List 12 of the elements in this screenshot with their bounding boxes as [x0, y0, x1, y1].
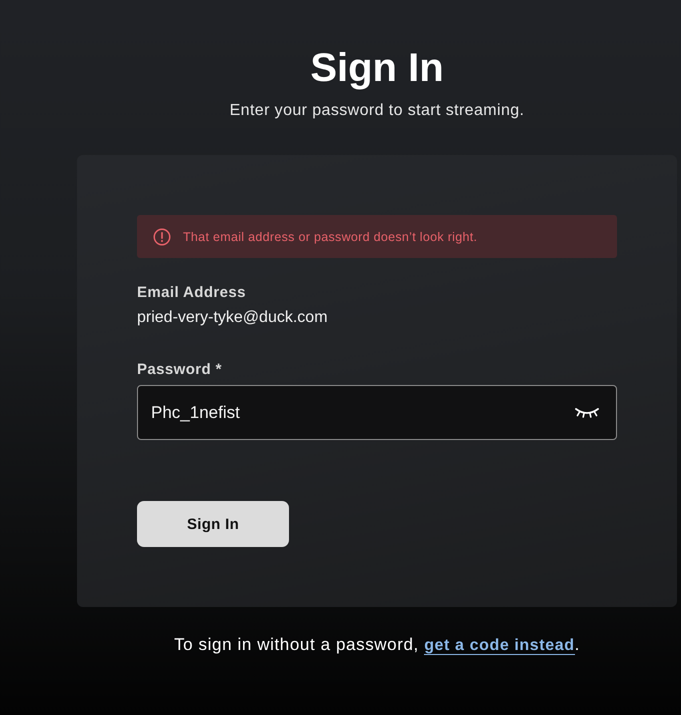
- error-message: That email address or password doesn’t look right.: [183, 228, 478, 244]
- warning-icon: [153, 228, 171, 246]
- password-label: Password *: [137, 361, 222, 379]
- password-field[interactable]: Phc_1nefist: [137, 385, 617, 440]
- get-code-link[interactable]: get a code instead: [424, 637, 575, 655]
- email-value: pried-very-tyke@duck.com: [137, 308, 328, 328]
- email-label: Email Address: [137, 284, 246, 302]
- footer-text: To sign in without a password, get a code instead.: [174, 634, 580, 657]
- page-subtitle: Enter your password to start streaming.: [230, 101, 524, 121]
- page-title: Sign In: [310, 45, 444, 92]
- sign-in-button[interactable]: Sign In: [137, 501, 289, 547]
- closed-eye-icon[interactable]: [575, 406, 599, 418]
